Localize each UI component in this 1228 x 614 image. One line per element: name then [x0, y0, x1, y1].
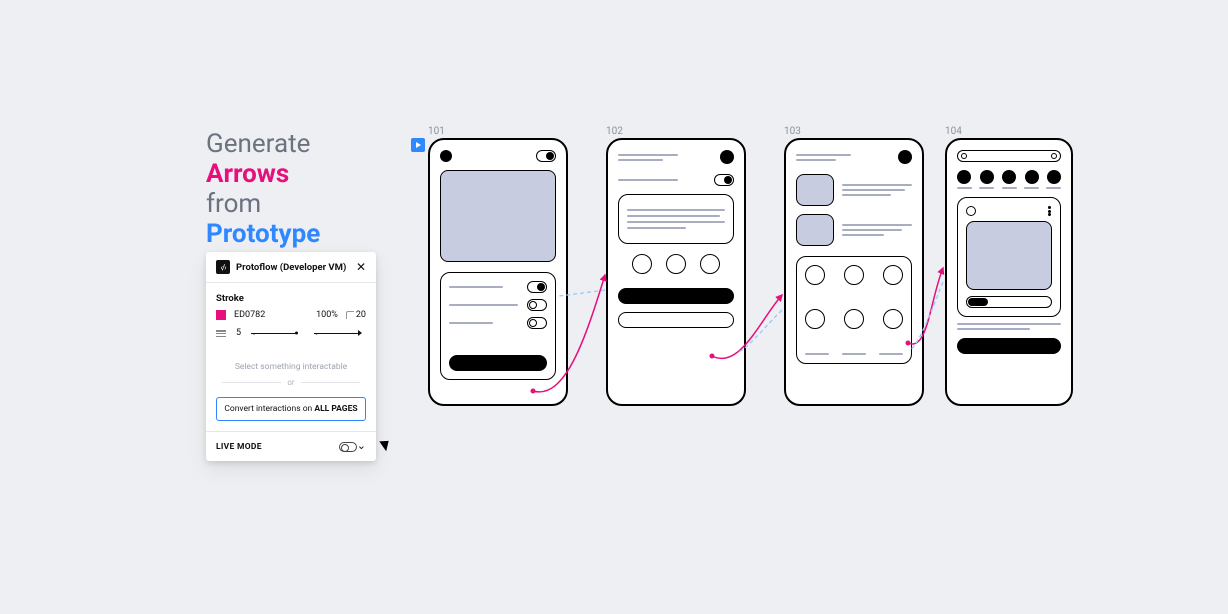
or-divider: or	[206, 378, 376, 397]
toggle[interactable]	[536, 150, 556, 162]
opacity-value[interactable]: 100%	[316, 310, 338, 320]
text-card	[618, 194, 734, 244]
grid-item[interactable]	[883, 309, 903, 329]
stroke-weight-icon	[216, 330, 226, 337]
toggle[interactable]	[714, 174, 734, 186]
stroke-weight-value[interactable]: 5	[236, 328, 241, 338]
circle-option[interactable]	[666, 254, 686, 274]
slider[interactable]	[966, 296, 1052, 308]
corner-radius-icon	[346, 311, 354, 319]
bottom-card	[440, 272, 556, 380]
live-mode-label: LIVE MODE	[216, 442, 339, 452]
end-cap-select[interactable]: ⌄	[314, 328, 366, 338]
frame-label-104: 104	[945, 126, 962, 137]
grid-item[interactable]	[883, 265, 903, 285]
start-cap-select[interactable]: ⌄	[251, 328, 303, 338]
hex-value[interactable]: ED0782	[234, 310, 265, 320]
primary-button[interactable]	[449, 355, 547, 371]
close-icon[interactable]: ✕	[356, 260, 366, 274]
circle-option[interactable]	[632, 254, 652, 274]
corner-radius-input[interactable]: 20	[346, 310, 366, 320]
post-card	[957, 197, 1061, 317]
toggle[interactable]	[527, 299, 547, 311]
toggle[interactable]	[527, 317, 547, 329]
frame-104[interactable]	[945, 138, 1073, 406]
headline-word-3: from	[206, 190, 320, 220]
thumb	[796, 214, 834, 246]
collapse-icon[interactable]: ⌄	[357, 439, 366, 452]
stroke-color-row: ED0782 100% 20	[206, 310, 376, 328]
frame-103[interactable]	[784, 138, 924, 406]
stroke-section-label: Stroke	[206, 283, 376, 310]
frame-label-102: 102	[606, 126, 623, 137]
stroke-thickness-row: 5 ⌄ ⌄	[206, 328, 376, 348]
grid-item[interactable]	[844, 309, 864, 329]
headline-word-2: Arrows	[206, 160, 320, 190]
secondary-button[interactable]	[618, 312, 734, 328]
color-swatch[interactable]	[216, 310, 226, 320]
toggle[interactable]	[527, 281, 547, 293]
prototype-start-badge[interactable]	[411, 138, 425, 152]
convert-all-pages-button[interactable]: Convert interactions on ALL PAGES	[216, 397, 366, 421]
headline-word-4: Prototype	[206, 220, 320, 250]
thumb	[796, 174, 834, 206]
image-placeholder	[440, 170, 556, 262]
status-dot	[440, 150, 452, 162]
live-mode-toggle[interactable]	[339, 442, 357, 452]
plugin-icon: ‹/›	[216, 260, 230, 274]
headline: Generate Arrows from Prototype	[206, 130, 320, 250]
plugin-panel: ‹/› Protoflow (Developer VM) ✕ Stroke ED…	[206, 252, 376, 461]
frame-label-101: 101	[428, 126, 445, 137]
selection-hint: Select something interactable	[206, 348, 376, 378]
primary-button[interactable]	[618, 288, 734, 304]
circle-option[interactable]	[700, 254, 720, 274]
primary-button[interactable]	[957, 338, 1061, 354]
panel-header: ‹/› Protoflow (Developer VM) ✕	[206, 252, 376, 283]
grid-card	[796, 256, 912, 364]
frame-101[interactable]	[428, 138, 568, 406]
header-bar	[957, 150, 1061, 162]
frame-label-103: 103	[784, 126, 801, 137]
grid-item[interactable]	[805, 309, 825, 329]
panel-title: Protoflow (Developer VM)	[236, 262, 356, 273]
grid-item[interactable]	[805, 265, 825, 285]
frame-102[interactable]	[606, 138, 746, 406]
headline-word-1: Generate	[206, 130, 320, 160]
avatar-dot	[898, 150, 912, 164]
mouse-cursor	[379, 437, 392, 451]
avatar-dot	[720, 150, 734, 164]
panel-footer: LIVE MODE ⌄	[206, 431, 376, 461]
grid-item[interactable]	[844, 265, 864, 285]
